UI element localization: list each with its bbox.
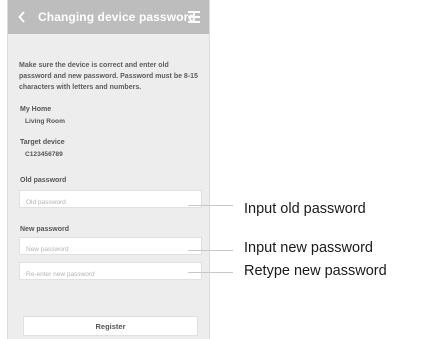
hamburger-icon [188, 11, 200, 13]
new-password-label: New password [20, 226, 70, 233]
home-value: Living Room [25, 118, 65, 125]
callout-line-old [188, 205, 233, 206]
phone-screen: Changing device password Make sure the d… [7, 0, 210, 339]
home-label: My Home [20, 106, 52, 113]
old-password-field[interactable] [19, 190, 202, 211]
old-password-input[interactable] [20, 194, 201, 211]
callout-retype-password: Retype new password [244, 263, 387, 279]
new-password-field[interactable] [19, 237, 202, 258]
callout-line-retype [188, 272, 233, 273]
target-device-value: C123456789 [25, 151, 63, 158]
chevron-left-icon [18, 11, 25, 23]
new-password-input[interactable] [20, 241, 201, 258]
app-header: Changing device password [8, 0, 209, 34]
form-content: Make sure the device is correct and ente… [19, 60, 203, 93]
reenter-password-field[interactable] [19, 262, 202, 283]
callout-line-new [188, 250, 233, 251]
page-title: Changing device password [38, 10, 196, 24]
register-button[interactable]: Register [23, 316, 198, 336]
back-button[interactable] [12, 6, 32, 28]
menu-button[interactable] [185, 8, 203, 26]
old-password-label: Old password [20, 177, 67, 184]
target-device-label: Target device [20, 139, 65, 146]
reenter-password-input[interactable] [20, 266, 201, 283]
callout-old-password: Input old password [244, 201, 366, 217]
instructions-text: Make sure the device is correct and ente… [19, 62, 198, 91]
callout-new-password: Input new password [244, 240, 373, 256]
